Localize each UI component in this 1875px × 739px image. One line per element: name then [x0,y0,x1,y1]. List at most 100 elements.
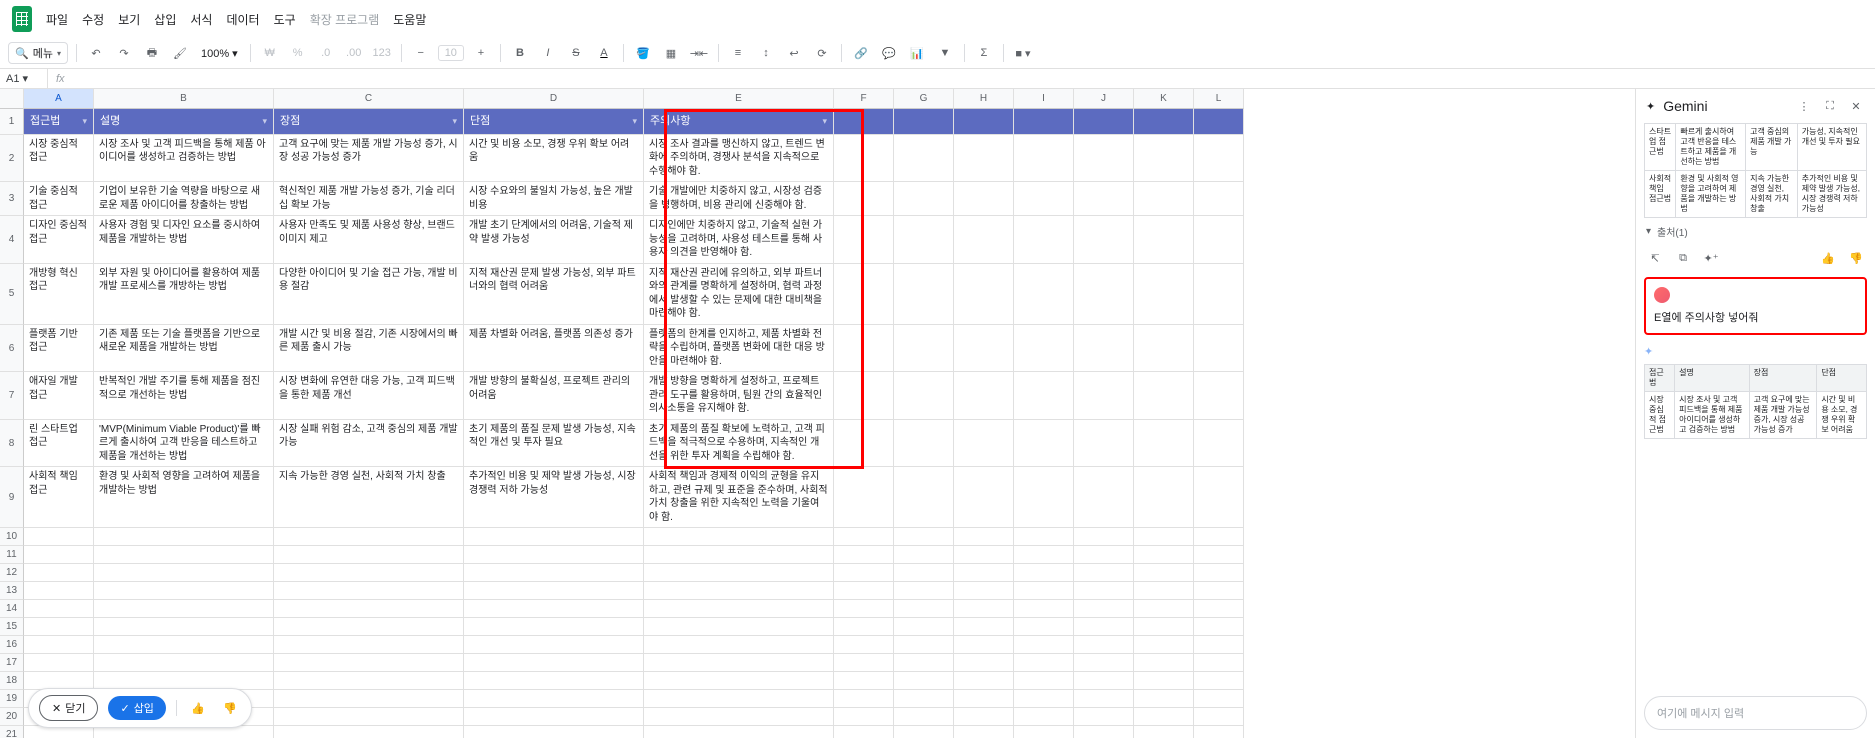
cell[interactable] [1014,600,1074,618]
cell[interactable]: 개발 방향을 명확하게 설정하고, 프로젝트 관리 도구를 활용하며, 팀원 간… [644,372,834,420]
cell[interactable] [894,582,954,600]
cell[interactable]: 시장 수요와의 불일치 가능성, 높은 개발 비용 [464,182,644,216]
cell[interactable] [644,618,834,636]
cell[interactable] [1194,618,1244,636]
cell[interactable]: 시간 및 비용 소모, 경쟁 우위 확보 어려움 [464,135,644,183]
col-header-F[interactable]: F [834,89,894,109]
cell[interactable] [1014,636,1074,654]
cell[interactable] [94,564,274,582]
cell[interactable]: 사회적 책임과 경제적 이익의 균형을 유지하고, 관련 규제 및 표준을 준수… [644,467,834,528]
cell[interactable] [954,216,1014,264]
cell[interactable] [1014,467,1074,528]
cell[interactable] [1134,618,1194,636]
cell[interactable] [24,618,94,636]
row-header[interactable]: 6 [0,325,24,373]
close-panel-button[interactable]: ✕ [1847,97,1865,115]
cell[interactable] [1194,182,1244,216]
cell[interactable]: 반복적인 개발 주기를 통해 제품을 점진적으로 개선하는 방법 [94,372,274,420]
menu-file[interactable]: 파일 [46,11,68,28]
cell[interactable] [1134,672,1194,690]
cell[interactable] [894,528,954,546]
cell[interactable] [834,564,894,582]
zoom-select[interactable]: 100% ▾ [197,45,242,62]
cell[interactable] [1014,216,1074,264]
cell[interactable] [644,690,834,708]
cell[interactable] [1074,264,1134,325]
cell[interactable] [954,467,1014,528]
cell[interactable] [894,672,954,690]
cell[interactable] [24,582,94,600]
cell[interactable] [1134,372,1194,420]
cell[interactable] [834,325,894,373]
cell[interactable] [894,708,954,726]
source-toggle[interactable]: ▾ 출처(1) [1644,218,1867,245]
cell[interactable] [464,600,644,618]
cell[interactable] [644,708,834,726]
cell[interactable] [1014,582,1074,600]
filter-button[interactable]: ▼ [934,42,956,64]
filter-chevron-icon[interactable]: ▾ [452,115,457,127]
row-header[interactable]: 8 [0,420,24,468]
cell[interactable] [94,654,274,672]
cell[interactable] [1134,546,1194,564]
cell[interactable] [954,654,1014,672]
cell[interactable]: 지적 재산권 문제 발생 가능성, 외부 파트너와의 협력 어려움 [464,264,644,325]
cell[interactable] [1074,600,1134,618]
header-cell[interactable] [1074,109,1134,135]
cell[interactable]: 추가적인 비용 및 제약 발생 가능성, 시장 경쟁력 저하 가능성 [464,467,644,528]
more-formats-button[interactable]: 123 [371,42,393,64]
cell[interactable] [1074,672,1134,690]
cell[interactable]: 'MVP(Minimum Viable Product)'를 빠르게 출시하여 … [94,420,274,468]
cell[interactable] [894,420,954,468]
cell[interactable] [1134,600,1194,618]
cell[interactable] [1074,528,1134,546]
row-header[interactable]: 7 [0,372,24,420]
decrease-decimal-button[interactable]: .0 [315,42,337,64]
header-cell[interactable]: 접근법▾ [24,109,94,135]
merge-button[interactable]: ⇥⇤ [688,42,710,64]
cell[interactable] [1074,467,1134,528]
cell[interactable]: 시장 조사 결과를 맹신하지 않고, 트렌드 변화에 주의하며, 경쟁사 분석을… [644,135,834,183]
menu-view[interactable]: 보기 [118,11,140,28]
copy-button[interactable]: ⧉ [1674,249,1692,267]
cell[interactable]: 린 스타트업 접근 [24,420,94,468]
cell[interactable]: 제품 차별화 어려움, 플랫폼 의존성 증가 [464,325,644,373]
cell[interactable] [894,467,954,528]
cell[interactable] [94,600,274,618]
cell[interactable]: 초기 제품의 품질 확보에 노력하고, 고객 피드백을 적극적으로 수용하며, … [644,420,834,468]
cell[interactable]: 기술 개발에만 치중하지 않고, 시장성 검증을 병행하며, 비용 관리에 신중… [644,182,834,216]
cell[interactable] [1074,636,1134,654]
cell[interactable] [954,528,1014,546]
cell[interactable] [1134,636,1194,654]
cell[interactable] [834,690,894,708]
redo-button[interactable]: ↷ [113,42,135,64]
cell[interactable] [834,467,894,528]
cell[interactable] [834,618,894,636]
cell[interactable]: 지속 가능한 경영 실천, 사회적 가치 창출 [274,467,464,528]
cell[interactable] [94,618,274,636]
filter-chevron-icon[interactable]: ▾ [632,115,637,127]
cell[interactable] [1134,708,1194,726]
cell[interactable] [1194,325,1244,373]
cell[interactable] [894,546,954,564]
cell[interactable]: 사용자 만족도 및 제품 사용성 향상, 브랜드 이미지 제고 [274,216,464,264]
row-header[interactable]: 19 [0,690,24,708]
wrap-button[interactable]: ↩ [783,42,805,64]
toggle-button[interactable]: ■ ▾ [1012,42,1034,64]
header-cell[interactable]: 장점▾ [274,109,464,135]
cell[interactable] [1134,528,1194,546]
cell[interactable] [954,618,1014,636]
cell[interactable] [1014,564,1074,582]
cell[interactable] [954,325,1014,373]
cell[interactable] [954,672,1014,690]
valign-button[interactable]: ↕ [755,42,777,64]
cell[interactable] [954,600,1014,618]
cell[interactable] [1134,420,1194,468]
cell[interactable] [1014,654,1074,672]
cell[interactable] [464,636,644,654]
cell[interactable] [1194,372,1244,420]
cell[interactable] [834,600,894,618]
cell[interactable] [1194,564,1244,582]
filter-chevron-icon[interactable]: ▾ [262,115,267,127]
cell[interactable] [274,564,464,582]
